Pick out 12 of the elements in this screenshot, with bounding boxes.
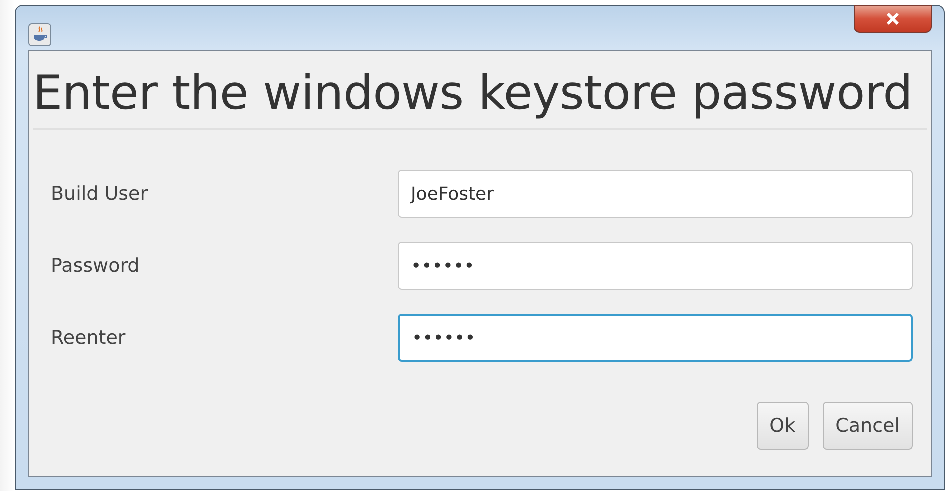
coffee-cup-icon bbox=[28, 23, 52, 47]
field-label: Build User bbox=[51, 183, 148, 205]
dialog-heading: Enter the windows keystore password bbox=[33, 58, 927, 130]
cancel-button[interactable]: Cancel bbox=[822, 402, 913, 450]
field-label: Password bbox=[51, 255, 140, 277]
input-field[interactable]: •••••• bbox=[398, 242, 913, 290]
input-field[interactable]: •••••• bbox=[398, 314, 913, 362]
close-button[interactable] bbox=[854, 5, 932, 33]
ok-button[interactable]: Ok bbox=[756, 402, 809, 450]
field-label: Reenter bbox=[51, 327, 126, 349]
close-icon bbox=[886, 13, 900, 25]
input-field[interactable]: JoeFoster bbox=[398, 170, 913, 218]
